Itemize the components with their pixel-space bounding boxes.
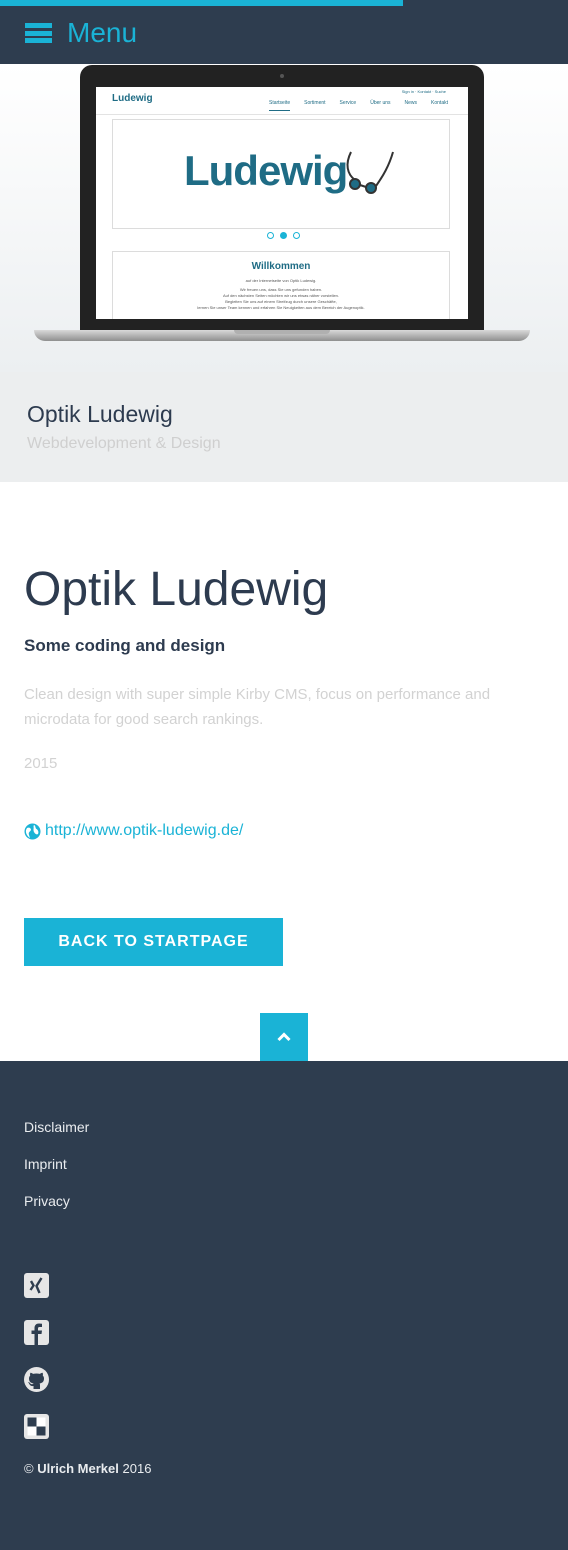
screenshot-slider: Ludewig — [112, 119, 450, 229]
image-caption: Optik Ludewig Webdevelopment & Design — [0, 372, 568, 482]
slider-dot — [293, 232, 300, 239]
globe-icon — [24, 823, 41, 839]
laptop-notch — [234, 330, 330, 334]
site-header: Menu — [0, 0, 568, 64]
screenshot-welcome-line: lernen Sie unser Team kennen und erfahre… — [197, 305, 365, 310]
laptop-mockup: Ludewig Sign in · Kontakt · Suche Starts… — [80, 65, 484, 330]
footer-link-imprint[interactable]: Imprint — [24, 1155, 544, 1192]
screenshot-util-links: Sign in · Kontakt · Suche — [401, 89, 446, 94]
caption-subtitle: Webdevelopment & Design — [27, 435, 221, 452]
social-links — [24, 1273, 544, 1439]
screenshot-welcome: Willkommen auf der Internetseite von Opt… — [112, 251, 450, 319]
project-link-text: http://www.optik-ludewig.de/ — [45, 822, 244, 839]
facebook-icon[interactable] — [24, 1320, 49, 1345]
menu-button[interactable]: Menu — [25, 17, 137, 49]
slider-dots — [264, 232, 303, 239]
site-footer: Disclaimer Imprint Privacy © Ulrich Merk… — [0, 1061, 568, 1550]
project-year: 2015 — [24, 755, 58, 772]
project-content: Optik Ludewig Some coding and design Cle… — [0, 482, 568, 1061]
screenshot-nav-item: News — [404, 100, 418, 106]
delicious-icon[interactable] — [24, 1414, 49, 1439]
copyright-name: Ulrich Merkel — [37, 1461, 119, 1476]
screenshot-logo: Ludewig — [112, 93, 153, 104]
screenshot-nav-item: Startseite — [269, 100, 291, 111]
slider-dot — [267, 232, 274, 239]
copyright: © Ulrich Merkel 2016 — [24, 1461, 544, 1476]
back-to-startpage-button[interactable]: BACK TO STARTPAGE — [24, 918, 283, 966]
laptop-camera — [280, 74, 284, 78]
github-icon[interactable] — [24, 1367, 49, 1392]
project-hero-image: Ludewig Sign in · Kontakt · Suche Starts… — [0, 64, 568, 372]
screenshot-welcome-line: auf der Internetseite von Optik Ludewig. — [245, 278, 317, 283]
hamburger-icon — [25, 23, 52, 43]
scroll-progress-bar — [0, 0, 404, 6]
footer-links: Disclaimer Imprint Privacy — [24, 1061, 544, 1229]
website-screenshot: Ludewig Sign in · Kontakt · Suche Starts… — [96, 87, 468, 319]
screenshot-nav-item: Kontakt — [431, 100, 448, 106]
screenshot-nav-item: Über uns — [370, 100, 391, 106]
slider-dot — [280, 232, 287, 239]
scroll-to-top-button[interactable] — [260, 1013, 308, 1061]
screenshot-welcome-text: auf der Internetseite von Optik Ludewig.… — [113, 278, 449, 311]
screenshot-nav: Startseite Sortiment Service Über uns News Ko… — [255, 100, 448, 111]
screenshot-big-logo: Ludewig — [184, 147, 348, 194]
project-subtitle: Some coding and design — [24, 636, 226, 655]
copyright-symbol: © — [24, 1461, 34, 1476]
xing-icon[interactable] — [24, 1273, 49, 1298]
screenshot-nav-item: Sortiment — [304, 100, 326, 106]
page-title: Optik Ludewig — [24, 563, 329, 616]
menu-label: Menu — [67, 17, 138, 48]
glasses-icon — [346, 151, 394, 194]
project-website-link[interactable]: http://www.optik-ludewig.de/ — [24, 822, 544, 840]
footer-link-disclaimer[interactable]: Disclaimer — [24, 1118, 544, 1155]
caption-title: Optik Ludewig — [27, 401, 173, 427]
copyright-year: 2016 — [122, 1461, 152, 1476]
screenshot-welcome-title: Willkommen — [251, 261, 311, 272]
screenshot-nav-item: Service — [339, 100, 357, 106]
chevron-up-icon — [277, 1032, 291, 1042]
footer-link-privacy[interactable]: Privacy — [24, 1192, 544, 1229]
project-description: Clean design with super simple Kirby CMS… — [24, 686, 491, 728]
